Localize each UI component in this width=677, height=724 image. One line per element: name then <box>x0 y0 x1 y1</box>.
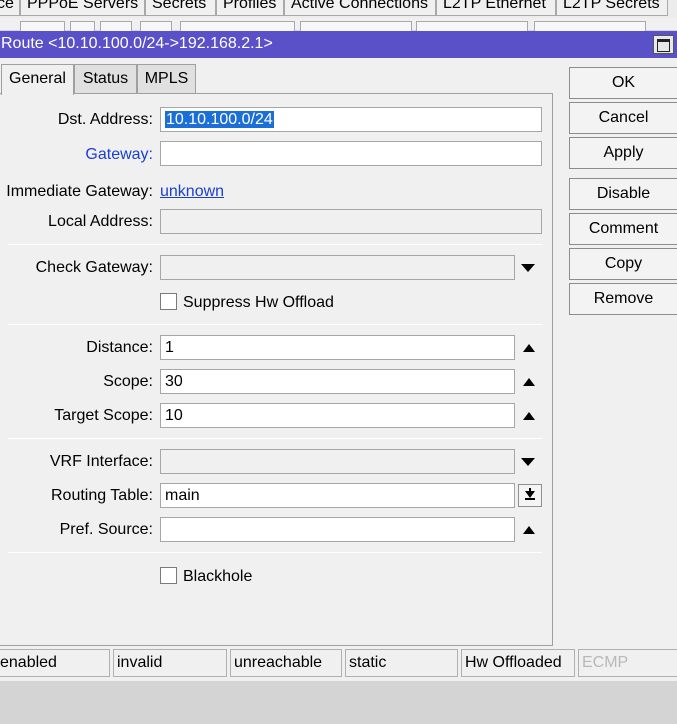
gateway-field[interactable] <box>160 141 542 166</box>
bg-tab-active-connections[interactable]: Active Connections <box>284 0 436 16</box>
vrf-interface-dropdown-icon[interactable] <box>521 458 535 466</box>
distance-field[interactable]: 1 <box>160 335 515 360</box>
dst-address-value: 10.10.100.0/24 <box>165 111 274 128</box>
status-invalid: invalid <box>113 649 227 677</box>
divider <box>8 552 542 553</box>
dropdown-bar <box>525 498 535 500</box>
divider <box>8 438 542 439</box>
gateway-label[interactable]: Gateway: <box>85 146 153 164</box>
check-gateway-field[interactable] <box>160 255 515 280</box>
status-unreachable: unreachable <box>230 649 342 677</box>
check-gateway-dropdown-icon[interactable] <box>521 264 535 272</box>
comment-button[interactable]: Comment <box>569 213 677 245</box>
scope-label: Scope: <box>103 373 153 390</box>
blackhole-checkbox[interactable] <box>160 567 177 584</box>
pref-source-label: Pref. Source: <box>59 521 153 538</box>
target-scope-label: Target Scope: <box>54 407 153 424</box>
general-panel: Dst. Address: 10.10.100.0/24 Gateway: Im… <box>0 93 553 646</box>
apply-button[interactable]: Apply <box>569 137 677 169</box>
bg-tab-profiles[interactable]: Profiles <box>216 0 284 16</box>
cancel-button[interactable]: Cancel <box>569 102 677 134</box>
local-address-field <box>160 209 542 234</box>
remove-button[interactable]: Remove <box>569 283 677 315</box>
bg-tab-secrets[interactable]: Secrets <box>145 0 216 16</box>
pref-source-field[interactable] <box>160 517 515 542</box>
tab-status[interactable]: Status <box>74 64 137 94</box>
maximize-icon[interactable] <box>653 35 674 54</box>
divider <box>8 324 542 325</box>
routing-table-label: Routing Table: <box>51 487 153 504</box>
divider <box>8 244 542 245</box>
copy-button[interactable]: Copy <box>569 248 677 280</box>
routing-table-dropdown-button[interactable] <box>518 484 542 507</box>
tab-mpls[interactable]: MPLS <box>137 64 196 94</box>
immediate-gateway-link[interactable]: unknown <box>160 183 224 201</box>
bg-tab-pppoe-servers[interactable]: PPPoE Servers <box>20 0 145 16</box>
dst-address-label: Dst. Address: <box>57 111 153 128</box>
background-toolbar <box>0 18 677 33</box>
target-scope-collapse-icon[interactable] <box>523 412 535 420</box>
suppress-hw-offload-row[interactable]: Suppress Hw Offload <box>160 293 334 312</box>
routing-table-field[interactable]: main <box>160 483 515 508</box>
window-title: Route <10.10.100.0/24->192.168.2.1> <box>1 35 273 52</box>
vrf-interface-field[interactable] <box>160 449 515 474</box>
scope-field[interactable]: 30 <box>160 369 515 394</box>
status-ecmp: ECMP <box>578 649 677 677</box>
status-bar: enabled invalid unreachable static Hw Of… <box>0 648 677 681</box>
check-gateway-label: Check Gateway: <box>35 259 153 276</box>
distance-collapse-icon[interactable] <box>523 344 535 352</box>
immediate-gateway-label: Immediate Gateway: <box>6 183 153 200</box>
suppress-hw-offload-checkbox[interactable] <box>160 293 177 310</box>
background-tab-strip: ce PPPoE Servers Secrets Profiles Active… <box>0 0 677 20</box>
status-enabled: enabled <box>0 649 110 677</box>
dst-address-field[interactable]: 10.10.100.0/24 <box>160 107 542 132</box>
blackhole-label: Blackhole <box>183 568 253 585</box>
chevron-down-icon <box>525 491 535 498</box>
vrf-interface-label: VRF Interface: <box>49 453 153 470</box>
local-address-label: Local Address: <box>48 213 153 230</box>
bg-tab-interface[interactable]: ce <box>0 0 20 16</box>
tab-general[interactable]: General <box>1 64 74 95</box>
distance-label: Distance: <box>86 339 153 356</box>
status-static: static <box>345 649 458 677</box>
route-dialog: Route <10.10.100.0/24->192.168.2.1> Gene… <box>0 31 677 681</box>
status-hw-offloaded: Hw Offloaded <box>461 649 575 677</box>
scope-collapse-icon[interactable] <box>523 378 535 386</box>
bg-tab-l2tp-ethernet[interactable]: L2TP Ethernet <box>436 0 556 16</box>
suppress-hw-offload-label: Suppress Hw Offload <box>183 294 334 311</box>
title-bar[interactable]: Route <10.10.100.0/24->192.168.2.1> <box>0 31 677 58</box>
blackhole-row[interactable]: Blackhole <box>160 567 252 586</box>
pref-source-collapse-icon[interactable] <box>523 526 535 534</box>
ok-button[interactable]: OK <box>569 67 677 99</box>
target-scope-field[interactable]: 10 <box>160 403 515 428</box>
disable-button[interactable]: Disable <box>569 178 677 210</box>
bg-tab-l2tp-secrets[interactable]: L2TP Secrets <box>556 0 668 16</box>
